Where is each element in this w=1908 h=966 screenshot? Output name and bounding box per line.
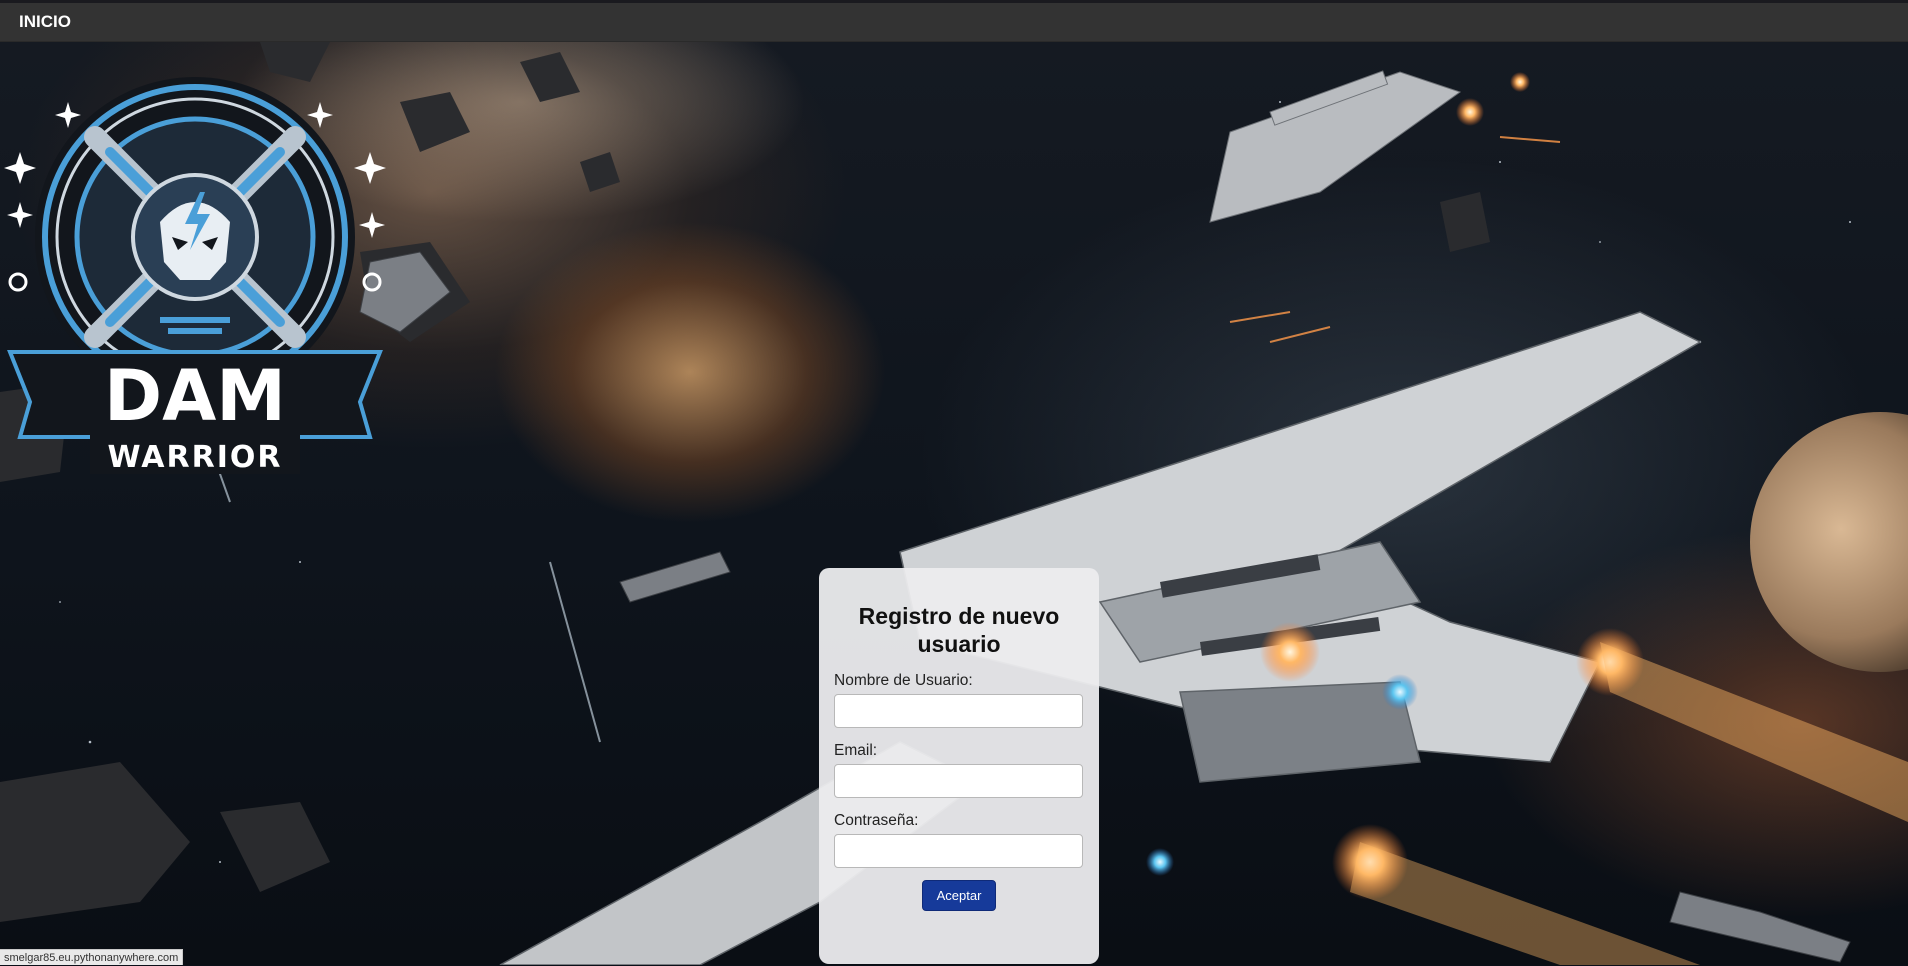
logo-subtitle: WARRIOR — [108, 440, 283, 475]
email-input[interactable] — [834, 764, 1083, 798]
logo-title: DAM — [104, 355, 286, 437]
accept-button[interactable]: Aceptar — [922, 880, 996, 911]
top-navbar: INICIO — [0, 3, 1908, 42]
form-title: Registro de nuevo usuario — [858, 603, 1060, 657]
dam-warrior-logo: DAM WARRIOR — [4, 77, 386, 475]
background-space-scene: DAM WARRIOR Registro de nuevo usuario No… — [0, 42, 1908, 965]
status-bar-url: smelgar85.eu.pythonanywhere.com — [0, 949, 184, 965]
username-label: Nombre de Usuario: — [834, 672, 973, 689]
password-label: Contraseña: — [834, 812, 919, 829]
nav-home-link[interactable]: INICIO — [19, 12, 71, 32]
email-label: Email: — [834, 742, 878, 759]
registration-form: Registro de nuevo usuario Nombre de Usua… — [819, 568, 1099, 964]
password-input[interactable] — [834, 834, 1083, 868]
username-input[interactable] — [834, 694, 1083, 728]
